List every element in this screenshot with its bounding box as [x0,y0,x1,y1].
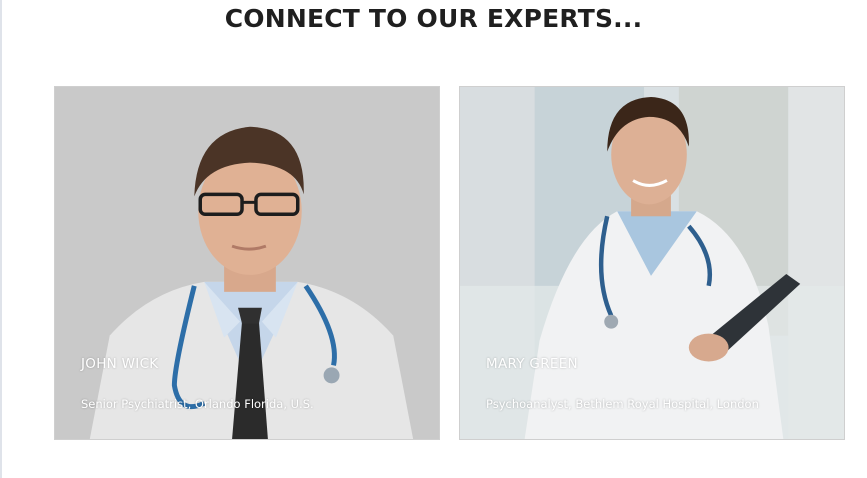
expert-photo-mary-green [460,87,844,439]
expert-card-john-wick[interactable]: JOHN WICK Senior Psychiatrist, Orlando F… [54,86,440,440]
section-heading: CONNECT TO OUR EXPERTS... [224,4,643,33]
expert-card-mary-green[interactable]: MARY GREEN Psychoanalyst, Bethlem Royal … [459,86,845,440]
expert-role: Senior Psychiatrist, Orlando Florida, U.… [81,397,314,411]
left-border [0,0,2,478]
expert-photo-john-wick [55,87,439,439]
expert-name: JOHN WICK [81,356,159,372]
expert-role: Psychoanalyst, Bethlem Royal Hospital, L… [486,397,759,411]
expert-name: MARY GREEN [486,356,578,372]
